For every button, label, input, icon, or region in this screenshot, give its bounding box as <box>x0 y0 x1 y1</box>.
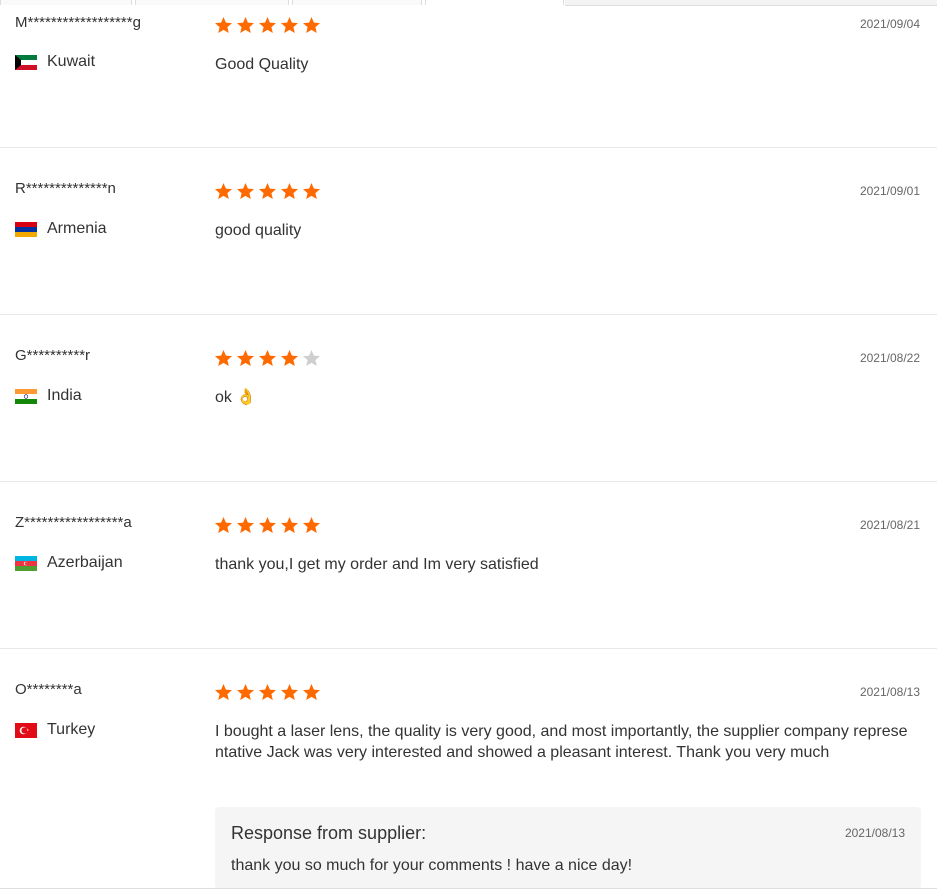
review-date: 2021/08/21 <box>859 518 920 532</box>
review-date: 2021/08/22 <box>859 351 920 365</box>
review-date: 2021/08/13 <box>859 685 920 699</box>
star-filled-icon <box>215 17 232 33</box>
country-name: India <box>47 387 82 404</box>
tab-active[interactable] <box>425 0 564 5</box>
review-comment: ok 👌 <box>215 389 257 406</box>
star-filled-icon <box>259 183 276 199</box>
star-filled-icon <box>281 17 298 33</box>
star-filled-icon <box>237 350 254 366</box>
star-filled-icon <box>281 350 298 366</box>
review-item: M******************g Kuwait 2021/09/04 G… <box>0 6 937 148</box>
response-date: 2021/08/13 <box>844 826 905 840</box>
tab-2[interactable] <box>135 0 289 5</box>
reviewer-country: Kuwait <box>15 53 95 71</box>
review-date: 2021/09/01 <box>859 184 920 198</box>
reviewer-country: India <box>15 387 82 405</box>
country-name: Azerbaijan <box>47 554 123 571</box>
reviewer-name: G**********r <box>15 347 91 364</box>
reviewer-country: Turkey <box>15 721 95 739</box>
star-filled-icon <box>281 684 298 700</box>
turkey-flag-icon <box>15 722 37 738</box>
reviewer-country: Armenia <box>15 220 107 238</box>
star-empty-icon <box>303 350 320 366</box>
india-flag-icon <box>15 388 37 404</box>
response-text: thank you so much for your comments ! ha… <box>231 857 633 874</box>
reviewer-name: M******************g <box>15 14 141 31</box>
star-filled-icon <box>303 517 320 533</box>
reviewer-name: Z*****************a <box>15 514 132 531</box>
rating-stars <box>214 16 324 35</box>
rating-stars <box>214 683 324 702</box>
star-filled-icon <box>237 684 254 700</box>
review-date: 2021/09/04 <box>859 17 920 31</box>
review-comment-line: I bought a laser lens, the quality is ve… <box>215 723 908 740</box>
star-filled-icon <box>303 684 320 700</box>
review-comment-line: ntative Jack was very interested and sho… <box>215 744 830 761</box>
star-filled-icon <box>259 517 276 533</box>
star-filled-icon <box>303 183 320 199</box>
review-item: G**********r India 2021/08/22 ok 👌 <box>0 315 937 482</box>
review-item: R**************n Armenia 2021/09/01 good… <box>0 148 937 315</box>
azerbaijan-flag-icon <box>15 555 37 571</box>
star-filled-icon <box>215 350 232 366</box>
star-filled-icon <box>281 517 298 533</box>
star-filled-icon <box>237 17 254 33</box>
star-filled-icon <box>259 350 276 366</box>
star-filled-icon <box>281 183 298 199</box>
review-comment: good quality <box>215 222 302 239</box>
star-filled-icon <box>237 183 254 199</box>
review-item: O********a Turkey 2021/08/13 I bought a … <box>0 649 937 889</box>
star-filled-icon <box>259 17 276 33</box>
star-filled-icon <box>215 183 232 199</box>
star-filled-icon <box>237 517 254 533</box>
star-filled-icon <box>303 17 320 33</box>
supplier-response: Response from supplier: 2021/08/13 thank… <box>215 807 921 889</box>
rating-stars <box>214 182 324 201</box>
review-comment: thank you,I get my order and Im very sat… <box>215 556 539 573</box>
reviewer-name: O********a <box>15 681 82 698</box>
reviewer-name: R**************n <box>15 180 116 197</box>
country-name: Kuwait <box>47 53 96 70</box>
country-name: Armenia <box>47 220 107 237</box>
tab-1[interactable] <box>0 0 132 5</box>
reviewer-country: Azerbaijan <box>15 554 123 572</box>
armenia-flag-icon <box>15 221 37 237</box>
rating-stars <box>214 516 324 535</box>
star-filled-icon <box>215 517 232 533</box>
review-item: Z*****************a Azerbaijan 2021/08/2… <box>0 482 937 649</box>
tab-3[interactable] <box>292 0 422 5</box>
rating-stars <box>214 349 324 368</box>
country-name: Turkey <box>47 721 96 738</box>
divider <box>0 888 937 889</box>
star-filled-icon <box>259 684 276 700</box>
kuwait-flag-icon <box>15 54 37 70</box>
response-title: Response from supplier: <box>231 823 427 843</box>
review-comment: I bought a laser lens, the quality is ve… <box>215 721 920 763</box>
review-comment: Good Quality <box>215 56 309 73</box>
star-filled-icon <box>215 684 232 700</box>
